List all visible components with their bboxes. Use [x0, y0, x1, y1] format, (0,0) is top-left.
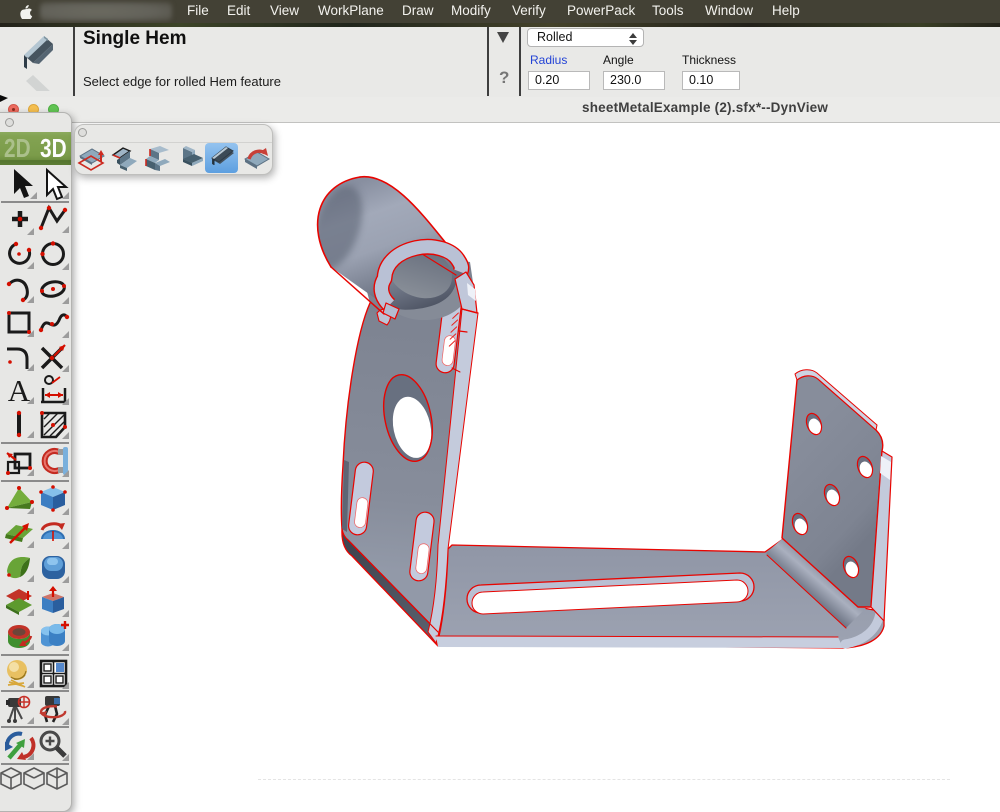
svg-text:A: A — [8, 373, 31, 407]
